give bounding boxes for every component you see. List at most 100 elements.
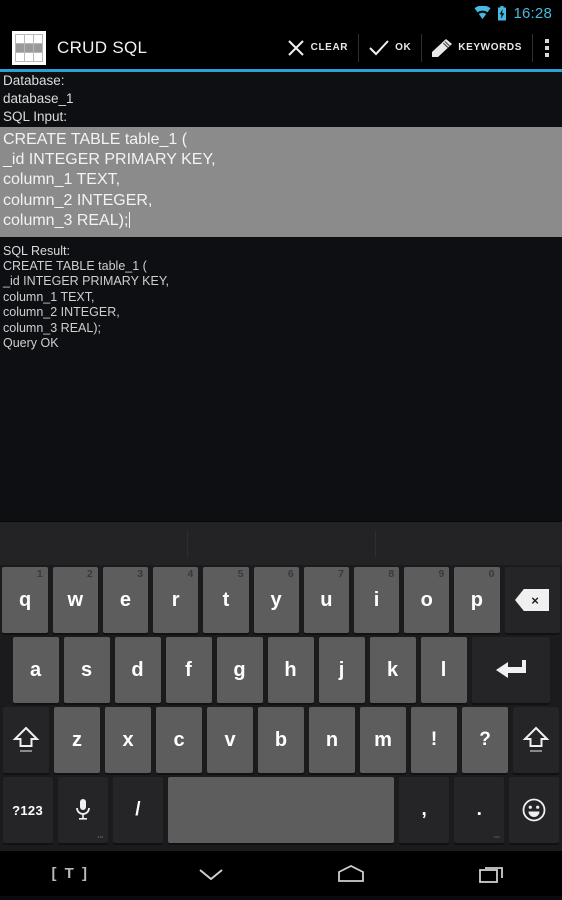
suggestion-slot[interactable] [374, 529, 562, 559]
shift-icon [522, 726, 550, 752]
key-b-label: b [274, 728, 288, 751]
key-e-label: e [119, 588, 132, 611]
database-label: Database: [3, 73, 65, 88]
key-g[interactable]: g [216, 637, 263, 703]
enter-key[interactable] [471, 637, 550, 703]
key-d-label: d [131, 658, 144, 681]
suggestion-slot[interactable] [0, 529, 187, 559]
key-h[interactable]: h [267, 637, 314, 703]
clear-button-label: CLEAR [310, 42, 349, 53]
key-t-number: 5 [237, 568, 244, 580]
status-bar-time: 16:28 [513, 4, 552, 22]
clear-button[interactable]: CLEAR [276, 25, 358, 71]
keyboard-suggestion-strip [0, 521, 562, 565]
key-e-number: 3 [137, 568, 144, 580]
key-f[interactable]: f [165, 637, 212, 703]
key-v[interactable]: v [207, 707, 253, 773]
recents-button[interactable] [422, 863, 562, 885]
database-value: database_1 [3, 91, 74, 106]
sql-input-line: column_2 INTEGER, [3, 191, 153, 209]
sql-input-line-with-caret: column_3 REAL); [3, 211, 559, 231]
sql-input-line: column_1 TEXT, [3, 171, 121, 189]
key-k-label: k [386, 658, 399, 681]
keyboard-switcher-button[interactable]: [ T ] [0, 865, 141, 882]
slash-key[interactable]: / [112, 777, 163, 843]
key-z[interactable]: z [54, 707, 100, 773]
key-q[interactable]: 1q [2, 567, 48, 633]
key-i-number: 8 [388, 568, 395, 580]
key-n[interactable]: n [309, 707, 355, 773]
shift-key-left[interactable] [3, 707, 49, 773]
symbols-key[interactable]: ?123 [2, 777, 53, 843]
close-x-icon [287, 39, 304, 56]
recents-icon [478, 866, 503, 883]
backspace-key[interactable]: × [504, 567, 560, 633]
key-s[interactable]: s [63, 637, 110, 703]
key-p[interactable]: 0p [454, 567, 500, 633]
on-screen-keyboard: 1q 2w 3e 4r 5t 6y 7u 8i 9o 0p × a s d f … [0, 565, 562, 851]
keyboard-row-2: a s d f g h j k l [0, 637, 562, 703]
key-x[interactable]: x [105, 707, 151, 773]
overflow-menu-icon[interactable] [532, 25, 562, 71]
microphone-key[interactable]: ⋯ [57, 777, 108, 843]
key-m[interactable]: m [360, 707, 406, 773]
key-exclamation-label: ! [430, 729, 438, 750]
chevron-down-icon [199, 868, 223, 880]
sql-input-label: SQL Input: [3, 109, 68, 124]
key-t[interactable]: 5t [203, 567, 249, 633]
space-key[interactable] [167, 777, 395, 843]
keyboard-switcher-label: [ T ] [51, 865, 89, 882]
suggestion-slot[interactable] [187, 529, 374, 559]
action-bar: CRUD SQL CLEAR OK KEYWORDS [0, 26, 562, 72]
key-l[interactable]: l [420, 637, 467, 703]
key-x-label: x [122, 728, 134, 751]
key-p-number: 0 [488, 568, 495, 580]
sql-result-line: column_1 TEXT, [3, 289, 95, 304]
key-d[interactable]: d [114, 637, 161, 703]
key-u[interactable]: 7u [303, 567, 349, 633]
system-navigation-bar: [ T ] [0, 851, 562, 896]
sql-input-field[interactable]: CREATE TABLE table_1 ( _id INTEGER PRIMA… [0, 127, 562, 238]
ok-button[interactable]: OK [358, 25, 421, 71]
key-b[interactable]: b [258, 707, 304, 773]
sql-result-line: column_3 REAL); [3, 320, 101, 335]
key-r[interactable]: 4r [153, 567, 199, 633]
home-button[interactable] [281, 863, 422, 885]
key-k[interactable]: k [369, 637, 416, 703]
sql-result-line: _id INTEGER PRIMARY KEY, [3, 274, 170, 289]
symbols-key-label: ?123 [12, 802, 43, 818]
key-f-label: f [185, 658, 192, 681]
key-e[interactable]: 3e [102, 567, 149, 633]
key-w-number: 2 [87, 568, 93, 580]
period-key[interactable]: . ⋯ [454, 777, 505, 843]
sql-input-line-text: column_3 REAL); [3, 211, 129, 229]
check-icon [369, 39, 389, 55]
key-w[interactable]: 2w [52, 567, 98, 633]
text-caret [129, 211, 131, 228]
key-o-number: 9 [438, 568, 445, 580]
keywords-button[interactable]: KEYWORDS [421, 25, 532, 71]
page-title: CRUD SQL [57, 37, 148, 57]
key-r-label: r [171, 588, 180, 611]
comma-key-label: , [421, 799, 427, 820]
key-i[interactable]: 8i [353, 567, 400, 633]
key-j[interactable]: j [318, 637, 365, 703]
key-o[interactable]: 9o [404, 567, 450, 633]
key-a-label: a [29, 658, 42, 681]
key-question[interactable]: ? [462, 707, 508, 773]
back-button[interactable] [141, 865, 282, 883]
key-p-label: p [470, 588, 484, 611]
comma-key[interactable]: , [399, 777, 450, 843]
key-exclamation[interactable]: ! [411, 707, 457, 773]
key-y[interactable]: 6y [253, 567, 299, 633]
key-c[interactable]: c [156, 707, 202, 773]
action-bar-actions: CLEAR OK KEYWORDS [276, 25, 562, 71]
emoji-key[interactable] [509, 777, 560, 843]
key-q-number: 1 [36, 568, 43, 580]
key-l-label: l [440, 658, 447, 681]
keywords-button-label: KEYWORDS [458, 42, 522, 53]
key-a[interactable]: a [12, 637, 59, 703]
key-z-label: z [72, 728, 82, 751]
sql-input-line: CREATE TABLE table_1 ( [3, 131, 188, 148]
shift-key-right[interactable] [513, 707, 559, 773]
